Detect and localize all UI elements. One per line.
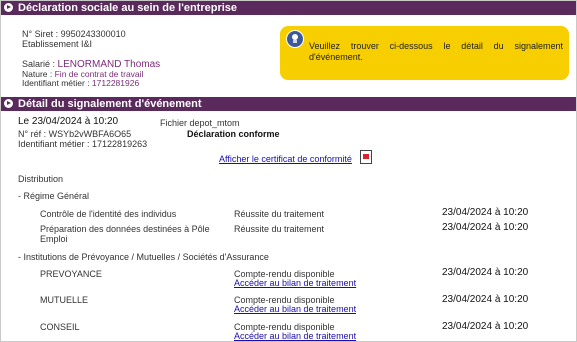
preparation-label-2: Emploi xyxy=(40,234,68,244)
preparation-status: Réussite du traitement xyxy=(234,224,325,234)
mutuelle-label: MUTUELLE xyxy=(40,295,89,305)
event-date: 23/04/2024 à 10:20 xyxy=(31,116,119,127)
prevoyance-date: 23/04/2024 à 10:20 xyxy=(442,267,529,278)
section-header-detail[interactable]: Détail du signalement d'événement xyxy=(1,97,576,111)
section-title: Détail du signalement d'événement xyxy=(18,98,202,110)
controle-label: Contrôle de l'identité des individus xyxy=(40,209,177,219)
mutuelle-date: 23/04/2024 à 10:20 xyxy=(442,294,529,305)
section-header-declaration[interactable]: Déclaration sociale au sein de l'entrepr… xyxy=(1,1,576,15)
identifiant-label: Identifiant métier : xyxy=(22,78,92,88)
prevoyance-bilan-link[interactable]: Accéder au bilan de traitement xyxy=(234,278,356,288)
le-label: Le xyxy=(18,116,32,127)
conseil-date: 23/04/2024 à 10:20 xyxy=(442,321,529,332)
conformity-status: Déclaration conforme xyxy=(187,129,280,139)
salarie-label: Salarié : xyxy=(22,59,58,69)
conseil-bilan-link[interactable]: Accéder au bilan de traitement xyxy=(234,331,356,341)
establishment: Etablissement I&I xyxy=(22,39,93,49)
mutuelle-bilan-link[interactable]: Accéder au bilan de traitement xyxy=(234,304,356,314)
siret-value: 9950243300010 xyxy=(60,29,126,39)
identifiant-metier: Identifiant métier : 17122819263 xyxy=(18,139,148,149)
regime-general-heading: - Régime Général xyxy=(18,191,90,201)
lightbulb-icon xyxy=(286,30,304,48)
certificate-link[interactable]: Afficher le certificat de conformité xyxy=(219,154,352,164)
distribution-label: Distribution xyxy=(18,174,64,184)
prevoyance-label: PREVOYANCE xyxy=(40,269,102,279)
page-frame: Déclaration sociale au sein de l'entrepr… xyxy=(0,0,577,342)
preparation-label-1: Préparation des données destinées à Pôle xyxy=(40,224,210,234)
preparation-date: 23/04/2024 à 10:20 xyxy=(442,222,529,233)
event-date-line: Le 23/04/2024 à 10:20 xyxy=(18,116,118,127)
expand-arrow-icon[interactable] xyxy=(4,3,13,12)
info-text: Veuillez trouver ci-dessous le détail du… xyxy=(309,41,563,62)
ref-value: WSYb2vWBFA6O65 xyxy=(48,129,132,139)
ref-label: N° réf : xyxy=(18,129,49,139)
siret-line: N° Siret : 9950243300010 xyxy=(22,29,126,39)
reference-line: N° réf : WSYb2vWBFA6O65 xyxy=(18,129,131,139)
expand-arrow-icon[interactable] xyxy=(4,99,13,108)
info-box: Veuillez trouver ci-dessous le détail du… xyxy=(280,26,569,80)
siret-label: N° Siret : xyxy=(22,29,61,39)
institutions-heading: - Institutions de Prévoyance / Mutuelles… xyxy=(18,252,269,262)
fichier-name: Fichier depot_mtom xyxy=(160,118,240,128)
section-title: Déclaration sociale au sein de l'entrepr… xyxy=(18,2,238,14)
conseil-label: CONSEIL xyxy=(40,322,80,332)
pdf-icon[interactable] xyxy=(360,150,372,164)
identifiant-value: 1712281926 xyxy=(91,78,140,88)
controle-status: Réussite du traitement xyxy=(234,209,325,219)
identifiant-line: Identifiant métier : 1712281926 xyxy=(22,78,139,88)
controle-date: 23/04/2024 à 10:20 xyxy=(442,207,529,218)
